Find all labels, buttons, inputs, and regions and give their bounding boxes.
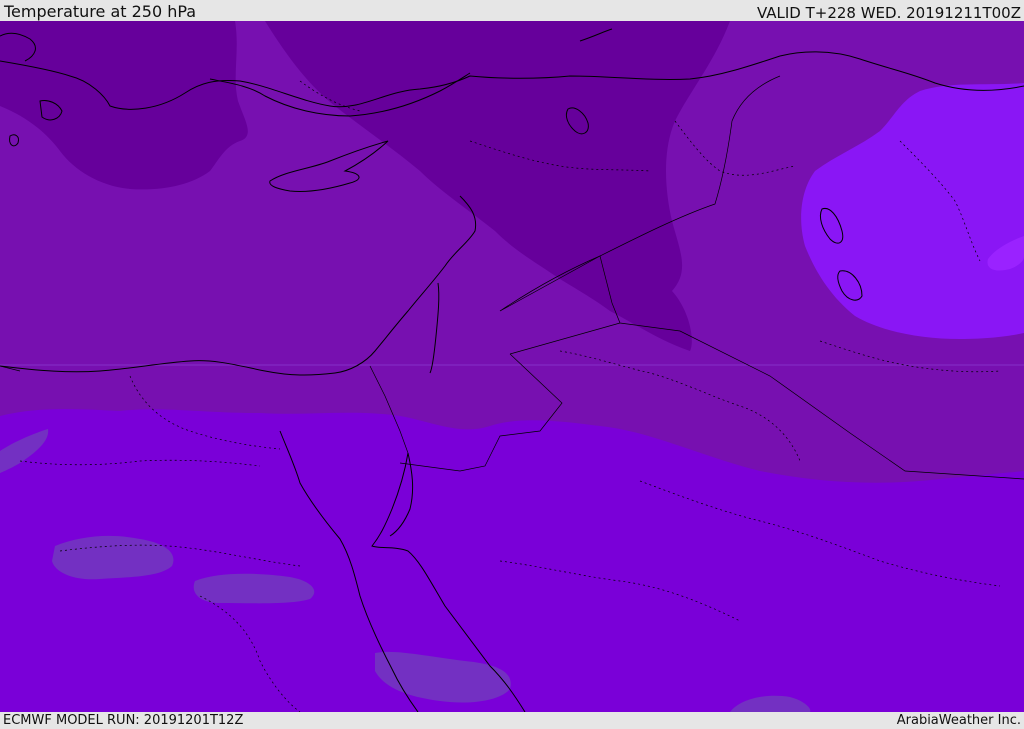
- valid-time: VALID T+228 WED. 20191211T00Z: [756, 4, 1021, 22]
- map-panel[interactable]: [0, 21, 1024, 712]
- model-run-label: ECMWF MODEL RUN: 20191201T12Z: [3, 713, 244, 728]
- map-canvas[interactable]: [0, 21, 1024, 712]
- header-bar: Temperature at 250 hPa VALID T+228 WED. …: [0, 0, 1024, 21]
- credit-label: ArabiaWeather Inc.: [896, 713, 1021, 728]
- footer-bar: ECMWF MODEL RUN: 20191201T12Z ArabiaWeat…: [0, 712, 1024, 729]
- map-title: Temperature at 250 hPa: [4, 2, 197, 21]
